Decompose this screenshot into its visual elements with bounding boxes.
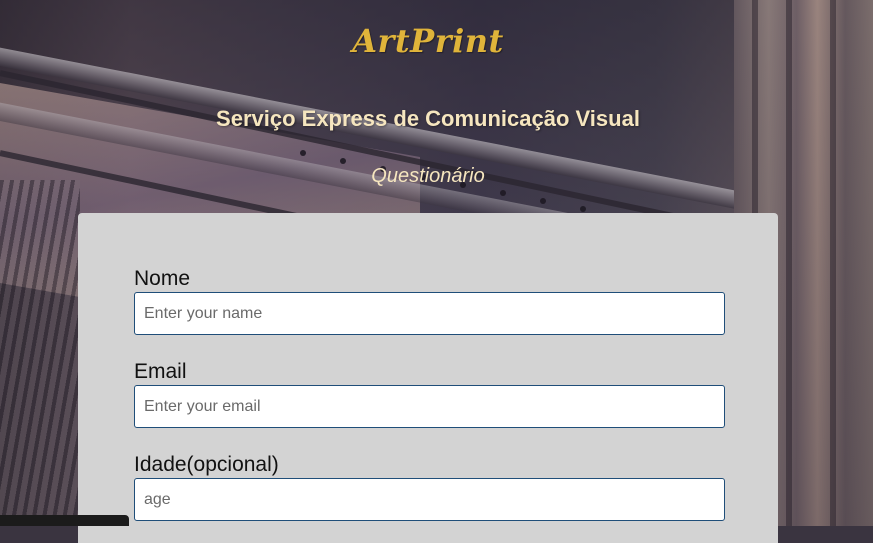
- name-input[interactable]: [134, 292, 725, 335]
- brand-logo: ArtPrint: [352, 22, 504, 60]
- email-label: Email: [134, 360, 187, 383]
- email-field-group: Email: [134, 359, 725, 428]
- page-description: Questionário: [371, 165, 485, 187]
- age-field-group: Idade(opcional): [134, 452, 725, 521]
- name-field-group: Nome: [134, 266, 725, 335]
- age-input[interactable]: [134, 478, 725, 521]
- printer-side-panel: [0, 180, 80, 526]
- page-title: Serviço Express de Comunicação Visual: [216, 106, 640, 131]
- bottom-overlay-bar: [0, 515, 129, 526]
- survey-form: Nome Email Idade(opcional): [78, 213, 778, 543]
- name-label: Nome: [134, 267, 191, 290]
- email-input[interactable]: [134, 385, 725, 428]
- age-label: Idade(opcional): [134, 453, 279, 476]
